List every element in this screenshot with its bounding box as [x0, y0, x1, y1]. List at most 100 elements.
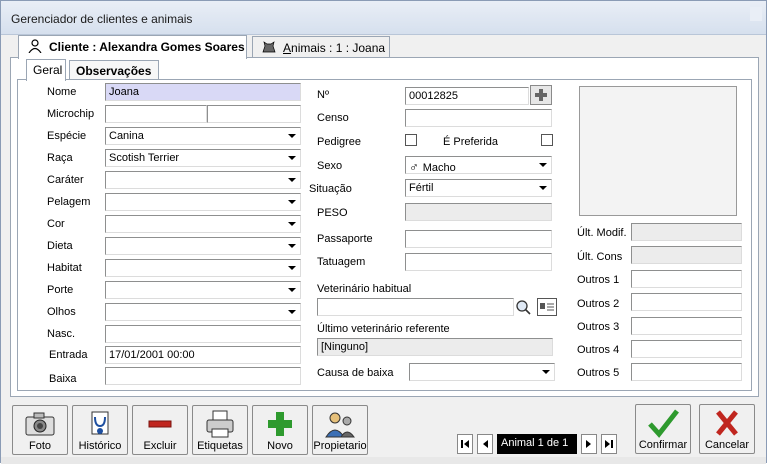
- vet-habitual-field[interactable]: [317, 298, 514, 316]
- microchip-field-2[interactable]: [207, 105, 301, 123]
- tab-observacoes[interactable]: Observações: [69, 60, 159, 80]
- passaporte-field[interactable]: [405, 230, 552, 248]
- tab-observacoes-label: Observações: [76, 64, 152, 78]
- plus-icon: [535, 89, 547, 101]
- habitat-label: Habitat: [47, 262, 82, 274]
- outros1-label: Outros 1: [577, 274, 620, 286]
- contact-card-icon[interactable]: [537, 298, 557, 316]
- nome-field[interactable]: Joana: [105, 83, 301, 101]
- outros5-label: Outros 5: [577, 367, 620, 379]
- chevron-down-icon[interactable]: [284, 304, 300, 320]
- novo-button[interactable]: Novo: [252, 405, 308, 455]
- sexo-combo[interactable]: ♂ Macho: [405, 156, 552, 174]
- tab-animais-accel: A: [283, 41, 292, 55]
- search-icon[interactable]: [515, 299, 531, 315]
- chevron-down-icon[interactable]: [284, 172, 300, 188]
- propietario-button[interactable]: Propietario: [312, 405, 368, 455]
- close-button[interactable]: [750, 7, 762, 21]
- first-record-button[interactable]: [457, 434, 473, 454]
- ult-modif-field: [631, 223, 742, 241]
- etiquetas-button[interactable]: Etiquetas: [192, 405, 248, 455]
- outros4-field[interactable]: [631, 340, 742, 358]
- microchip-field-1[interactable]: [105, 105, 207, 123]
- tab-geral[interactable]: Geral: [26, 59, 66, 81]
- cancelar-button[interactable]: Cancelar: [699, 404, 755, 454]
- foto-label: Foto: [28, 440, 51, 452]
- censo-field[interactable]: [405, 109, 552, 127]
- carater-combo[interactable]: [105, 171, 301, 189]
- prev-record-button[interactable]: [477, 434, 493, 454]
- confirmar-button[interactable]: Confirmar: [635, 404, 691, 454]
- especie-label: Espécie: [47, 130, 87, 142]
- minus-icon: [148, 420, 172, 428]
- dieta-label: Dieta: [47, 240, 73, 252]
- male-icon: ♂: [409, 159, 419, 174]
- especie-value: Canina: [109, 130, 144, 142]
- ultimo-vet-label: Último veterinário referente: [317, 323, 450, 335]
- pedigree-checkbox[interactable]: [405, 134, 417, 146]
- passaporte-label: Passaporte: [317, 233, 373, 245]
- tab-cliente[interactable]: Cliente : Alexandra Gomes Soares: [18, 35, 247, 59]
- outros2-field[interactable]: [631, 293, 742, 311]
- olhos-combo[interactable]: [105, 303, 301, 321]
- carater-label: Caráter: [47, 174, 84, 186]
- nome-label: Nome: [47, 86, 77, 98]
- chevron-down-icon[interactable]: [284, 216, 300, 232]
- numero-label: Nº: [317, 89, 329, 101]
- tab-cliente-label: Cliente : Alexandra Gomes Soares: [49, 40, 245, 54]
- raca-combo[interactable]: Scotish Terrier: [105, 149, 301, 167]
- add-number-button[interactable]: [530, 85, 552, 105]
- foto-button[interactable]: Foto: [12, 405, 68, 455]
- last-record-button[interactable]: [601, 434, 617, 454]
- chevron-down-icon[interactable]: [284, 150, 300, 166]
- outros3-field[interactable]: [631, 317, 742, 335]
- cancelar-label: Cancelar: [704, 439, 750, 451]
- tatuagem-field[interactable]: [405, 253, 552, 271]
- causa-baixa-label: Causa de baixa: [317, 367, 394, 379]
- chevron-down-icon[interactable]: [538, 364, 554, 380]
- situacao-value: Fértil: [409, 182, 434, 194]
- chevron-down-icon[interactable]: [284, 194, 300, 210]
- outros5-field[interactable]: [631, 363, 742, 381]
- next-record-button[interactable]: [581, 434, 597, 454]
- entrada-label: Entrada: [49, 349, 88, 361]
- porte-combo[interactable]: [105, 281, 301, 299]
- historico-button[interactable]: Histórico: [72, 405, 128, 455]
- raca-value: Scotish Terrier: [109, 152, 180, 164]
- habitat-combo[interactable]: [105, 259, 301, 277]
- vet-habitual-label: Veterinário habitual: [317, 283, 412, 295]
- chevron-down-icon[interactable]: [284, 238, 300, 254]
- numero-field[interactable]: 00012825: [405, 87, 529, 105]
- chevron-down-icon[interactable]: [535, 157, 551, 173]
- especie-combo[interactable]: Canina: [105, 127, 301, 145]
- chevron-down-icon[interactable]: [535, 180, 551, 196]
- situacao-combo[interactable]: Fértil: [405, 179, 552, 197]
- chevron-down-icon[interactable]: [284, 282, 300, 298]
- outros3-label: Outros 3: [577, 321, 620, 333]
- dog-icon: [262, 41, 276, 53]
- pelagem-label: Pelagem: [47, 196, 91, 208]
- tab-geral-label: Geral: [33, 63, 63, 77]
- nasc-field[interactable]: [105, 325, 301, 343]
- porte-label: Porte: [47, 284, 74, 296]
- entrada-field[interactable]: 17/01/2001 00:00: [105, 346, 301, 364]
- dieta-combo[interactable]: [105, 237, 301, 255]
- microchip-label: Microchip: [47, 108, 95, 120]
- novo-label: Novo: [267, 440, 293, 452]
- baixa-field[interactable]: [105, 367, 301, 385]
- causa-baixa-combo[interactable]: [409, 363, 555, 381]
- chevron-down-icon[interactable]: [284, 128, 300, 144]
- peso-label: PESO: [317, 207, 348, 219]
- censo-label: Censo: [317, 112, 349, 124]
- stethoscope-icon: [91, 411, 109, 435]
- chevron-down-icon[interactable]: [284, 260, 300, 276]
- cor-combo[interactable]: [105, 215, 301, 233]
- excluir-button[interactable]: Excluir: [132, 405, 188, 455]
- tab-animais[interactable]: Animais : 1 : Joana: [252, 36, 390, 58]
- preferida-checkbox[interactable]: [541, 134, 553, 146]
- outros1-field[interactable]: [631, 270, 742, 288]
- tatuagem-label: Tatuagem: [317, 256, 366, 268]
- confirmar-label: Confirmar: [638, 439, 688, 451]
- client-animal-manager-window: Gerenciador de clientes e animais Client…: [0, 0, 767, 464]
- pelagem-combo[interactable]: [105, 193, 301, 211]
